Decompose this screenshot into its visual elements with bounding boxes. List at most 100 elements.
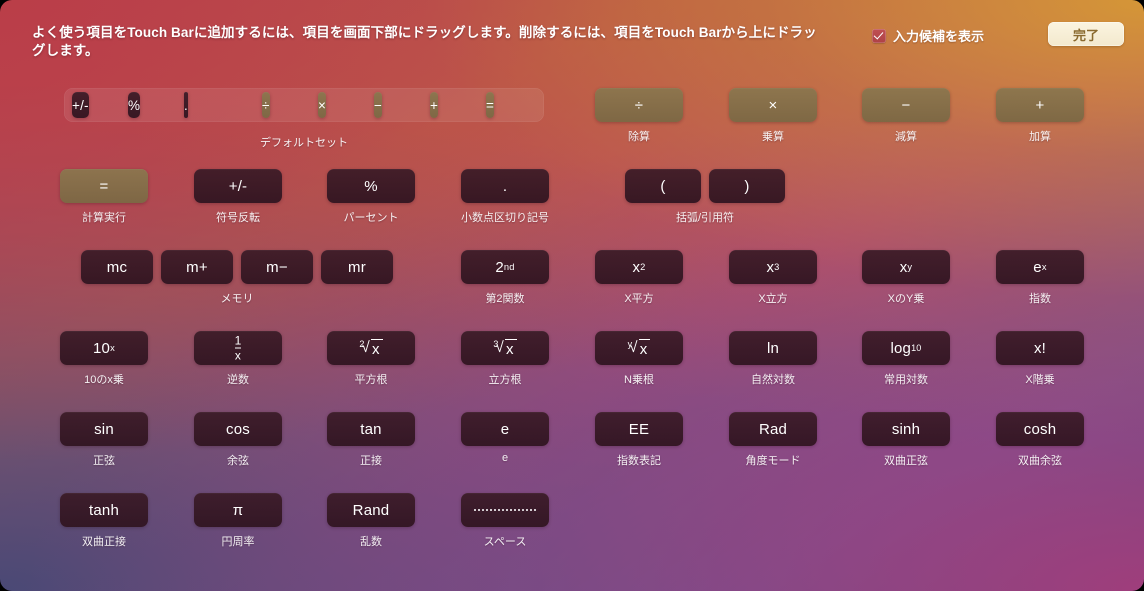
second-function-cell: 2nd 第2関数: [461, 250, 549, 306]
parens-0-button[interactable]: (: [625, 169, 701, 203]
multiply-caption: 乗算: [762, 131, 784, 143]
sinh-cell: sinh 双曲正弦: [862, 412, 950, 468]
ten-to-x-caption: 10のx乗: [84, 374, 124, 386]
x-to-y-cell: x y XのY乗: [862, 250, 950, 306]
factorial-button[interactable]: x!: [996, 331, 1084, 365]
button-button[interactable]: +/-: [72, 92, 89, 118]
divide-button[interactable]: ÷: [595, 88, 683, 122]
sign-caption: 符号反転: [216, 212, 260, 224]
sign-cell: +/- 符号反転: [194, 169, 282, 225]
cube-root-cell: 3 √ x 立方根: [461, 331, 549, 387]
cos-caption: 余弦: [227, 455, 249, 467]
checkbox-icon[interactable]: [871, 28, 886, 43]
add-button[interactable]: +: [996, 88, 1084, 122]
x-squared-button[interactable]: x2: [595, 250, 683, 284]
pi-cell: π 円周率: [194, 493, 282, 549]
e-to-x-cell: e x 指数: [996, 250, 1084, 306]
parens-group: (): [625, 169, 785, 203]
square-root-button[interactable]: 2 √ x: [327, 331, 415, 365]
nth-root-button[interactable]: y √ x: [595, 331, 683, 365]
cos-button[interactable]: cos: [194, 412, 282, 446]
x-cubed-cell: x 3 X立方: [729, 250, 817, 306]
cosh-caption: 双曲余弦: [1018, 455, 1062, 467]
ten-to-x-cell: 10 x 10のx乗: [60, 331, 148, 387]
button-button[interactable]: +: [430, 92, 439, 118]
divide-caption: 除算: [628, 131, 650, 143]
memory-0-button[interactable]: mc: [81, 250, 153, 284]
memory-3-button[interactable]: mr: [321, 250, 393, 284]
equals-cell: = 計算実行: [60, 169, 148, 225]
percent-cell: % パーセント: [327, 169, 415, 225]
space-button[interactable]: [461, 493, 549, 527]
second-function-caption: 第2関数: [485, 293, 525, 305]
rand-button[interactable]: Rand: [327, 493, 415, 527]
divide-cell: ÷ 除算: [595, 88, 683, 144]
button-button[interactable]: ÷: [262, 92, 270, 118]
e-to-x-button[interactable]: ex: [996, 250, 1084, 284]
sin-button[interactable]: sin: [60, 412, 148, 446]
tanh-caption: 双曲正接: [82, 536, 126, 548]
add-cell: + 加算: [996, 88, 1084, 144]
equals-button[interactable]: =: [60, 169, 148, 203]
rad-cell: Rad 角度モード: [729, 412, 817, 468]
instruction-text: よく使う項目をTouch Barに追加するには、項目を画面下部にドラッグします。…: [32, 25, 817, 59]
sin-cell: sin 正弦: [60, 412, 148, 468]
button-button[interactable]: .: [184, 92, 188, 118]
button-button[interactable]: %: [128, 92, 141, 118]
reciprocal-button[interactable]: 1x: [194, 331, 282, 365]
log-base-10-button[interactable]: log 10: [862, 331, 950, 365]
nth-root-caption: N乗根: [624, 374, 654, 386]
second-function-button[interactable]: 2nd: [461, 250, 549, 284]
subtract-cell: − 減算: [862, 88, 950, 144]
nth-root-cell: y √ x N乗根: [595, 331, 683, 387]
cube-root-button[interactable]: 3 √ x: [461, 331, 549, 365]
factorial-caption: X階乗: [1025, 374, 1055, 386]
x-to-y-caption: XのY乗: [887, 293, 925, 305]
parens-caption: 括弧/引用符: [675, 212, 735, 224]
rand-caption: 乱数: [360, 536, 382, 548]
sinh-button[interactable]: sinh: [862, 412, 950, 446]
ee-button[interactable]: EE: [595, 412, 683, 446]
button-button[interactable]: =: [486, 92, 495, 118]
multiply-button[interactable]: ×: [729, 88, 817, 122]
tanh-button[interactable]: tanh: [60, 493, 148, 527]
square-root-cell: 2 √ x 平方根: [327, 331, 415, 387]
sign-button[interactable]: +/-: [194, 169, 282, 203]
cosh-cell: cosh 双曲余弦: [996, 412, 1084, 468]
cube-root-caption: 立方根: [488, 374, 522, 386]
space-caption: スペース: [483, 536, 527, 548]
sin-caption: 正弦: [93, 455, 115, 467]
memory-2-button[interactable]: m−: [241, 250, 313, 284]
natural-log-button[interactable]: ln: [729, 331, 817, 365]
button-button[interactable]: ×: [318, 92, 327, 118]
show-candidates-checkbox-row[interactable]: 入力候補を表示: [871, 26, 984, 45]
x-to-y-button[interactable]: xy: [862, 250, 950, 284]
percent-button[interactable]: %: [327, 169, 415, 203]
euler-button[interactable]: e: [461, 412, 549, 446]
button-grid: +/-%. ÷ × − + = デフォルトセット ÷ 除算 × 乗算 − 減算 + 加算 = 計算実行 +/- 符号…: [0, 88, 1144, 588]
tan-button[interactable]: tan: [327, 412, 415, 446]
header: よく使う項目をTouch Barに追加するには、項目を画面下部にドラッグします。…: [0, 0, 1144, 72]
subtract-button[interactable]: −: [862, 88, 950, 122]
factorial-cell: x! X階乗: [996, 331, 1084, 387]
reciprocal-cell: 1 x 逆数: [194, 331, 282, 387]
cosh-button[interactable]: cosh: [996, 412, 1084, 446]
x-squared-caption: X平方: [624, 293, 654, 305]
rad-button[interactable]: Rad: [729, 412, 817, 446]
x-cubed-button[interactable]: x3: [729, 250, 817, 284]
e-to-x-caption: 指数: [1029, 293, 1051, 305]
euler-caption: e: [501, 452, 509, 464]
reciprocal-caption: 逆数: [227, 374, 249, 386]
pi-button[interactable]: π: [194, 493, 282, 527]
ten-to-x-button[interactable]: 10 x: [60, 331, 148, 365]
tan-caption: 正接: [360, 455, 382, 467]
button-button[interactable]: −: [374, 92, 383, 118]
memory-caption: メモリ: [220, 293, 254, 305]
default-set-group[interactable]: +/-%. ÷ × − + =: [64, 88, 544, 122]
space-cell: スペース: [461, 493, 549, 549]
done-button[interactable]: 完了: [1048, 22, 1124, 46]
parens-1-button[interactable]: ): [709, 169, 785, 203]
decimal-cell: . 小数点区切り記号: [461, 169, 549, 225]
decimal-button[interactable]: .: [461, 169, 549, 203]
memory-1-button[interactable]: m+: [161, 250, 233, 284]
